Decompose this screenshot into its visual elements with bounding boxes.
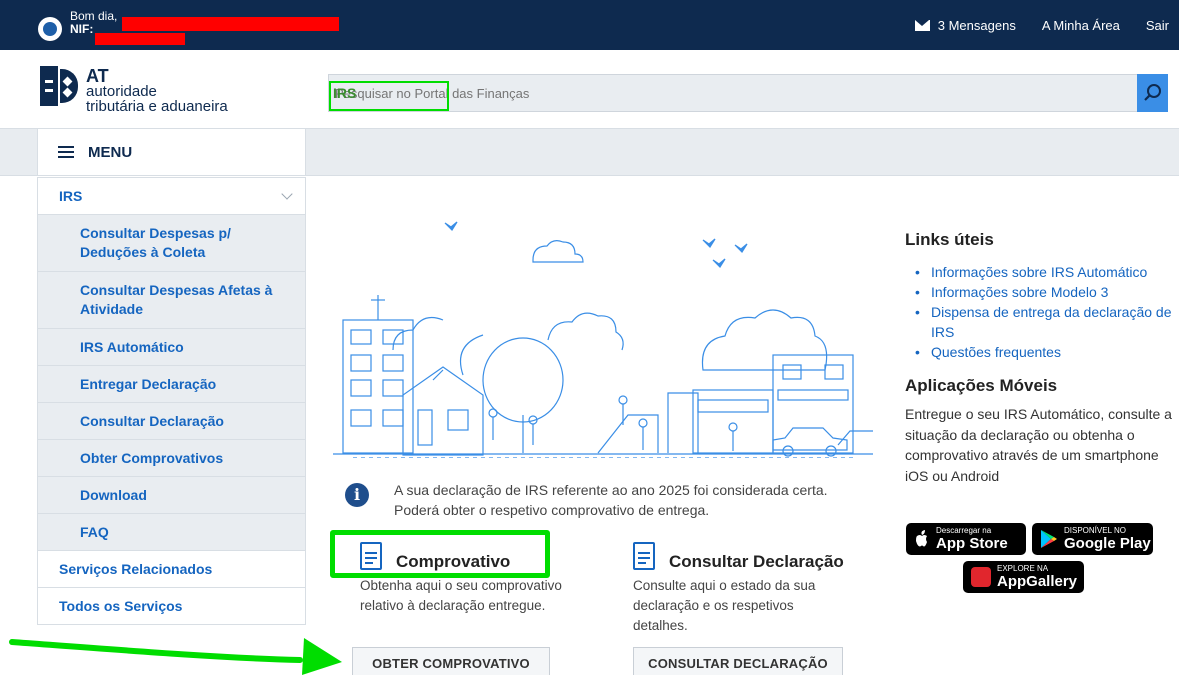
- right-column: Links úteis Informações sobre IRS Automá…: [905, 230, 1175, 486]
- huawei-icon: [971, 567, 991, 587]
- at-logo-icon: [40, 66, 80, 106]
- link-modelo-3[interactable]: Informações sobre Modelo 3: [915, 282, 1175, 302]
- store-small-text: DISPONÍVEL NO: [1064, 526, 1126, 535]
- useful-links-title: Links úteis: [905, 230, 994, 249]
- store-small-text: Descarregar na: [936, 526, 992, 535]
- link-dispensa-entrega[interactable]: Dispensa de entrega da declaração de IRS: [915, 302, 1175, 342]
- notice-text: A sua declaração de IRS referente ao ano…: [394, 482, 828, 518]
- consultar-declaracao-button[interactable]: CONSULTAR DECLARAÇÃO: [633, 647, 843, 675]
- logo-line2: tributária e aduaneira: [86, 98, 228, 115]
- at-logo[interactable]: AT autoridade tributária e aduaneira: [40, 66, 228, 114]
- card-description: Consulte aqui o estado da sua declaração…: [633, 578, 816, 633]
- arrow-annotation-icon: [9, 638, 342, 675]
- sidebar-item-label: Consultar Despesas p/ Deduções à Coleta: [80, 225, 231, 260]
- search-button[interactable]: [1137, 74, 1168, 112]
- sidebar-item-label: Obter Comprovativos: [80, 450, 224, 466]
- user-avatar-icon: [38, 17, 62, 41]
- search-icon: [1143, 84, 1161, 101]
- useful-links-list: Informações sobre IRS Automático Informa…: [905, 262, 1175, 362]
- store-name: AppGallery: [997, 573, 1078, 590]
- sidebar-item-label: Entregar Declaração: [80, 376, 217, 392]
- sidebar-item-label: Download: [80, 487, 147, 503]
- menu-label: MENU: [88, 143, 133, 161]
- sidebar-item-faq[interactable]: FAQ: [38, 513, 305, 550]
- google-play-icon: [1041, 530, 1057, 548]
- store-small-text: EXPLORE NA: [997, 564, 1049, 573]
- messages-link[interactable]: 3 Mensagens: [914, 17, 1016, 33]
- logo-line1: autoridade: [86, 83, 157, 100]
- sidebar-item-label: Serviços Relacionados: [59, 561, 213, 577]
- sidebar-item-label: FAQ: [80, 524, 109, 540]
- app-store-badge[interactable]: Descarregar na App Store: [906, 523, 1026, 555]
- sidebar-item-label: IRS Automático: [80, 339, 184, 355]
- hamburger-icon: [58, 146, 74, 158]
- apple-icon: [916, 530, 927, 547]
- redacted-nif: [95, 33, 185, 45]
- store-name: Google Play: [1064, 535, 1151, 552]
- sidebar-item-obter-comprovativos[interactable]: Obter Comprovativos: [38, 439, 305, 476]
- sidebar-item-label: IRS: [59, 188, 83, 204]
- sidebar-item-consultar-despesas-atividade[interactable]: Consultar Despesas Afetas à Atividade: [38, 271, 305, 328]
- search-highlight: [329, 81, 449, 111]
- logo-abbr: AT: [86, 66, 109, 86]
- sidebar-menu: IRS Consultar Despesas p/ Deduções à Col…: [37, 177, 306, 625]
- card-title: Consultar Declaração: [669, 552, 844, 571]
- google-play-badge[interactable]: DISPONÍVEL NO Google Play: [1032, 523, 1153, 555]
- comprovativo-highlight: [330, 530, 550, 578]
- redacted-name: [122, 17, 339, 31]
- link-irs-automatico[interactable]: Informações sobre IRS Automático: [915, 262, 1175, 282]
- sidebar-item-irs[interactable]: IRS: [38, 177, 305, 214]
- mobile-apps-title: Aplicações Móveis: [905, 376, 1058, 395]
- mobile-apps-description: Entregue o seu IRS Automático, consulte …: [905, 406, 1172, 484]
- sidebar-item-consultar-despesas-deducoes[interactable]: Consultar Despesas p/ Deduções à Coleta: [38, 214, 305, 271]
- card-consultar-declaracao: Consultar Declaração Consulte aqui o est…: [633, 540, 873, 636]
- envelope-icon: [914, 19, 930, 31]
- sidebar-item-servicos-relacionados[interactable]: Serviços Relacionados: [38, 550, 305, 587]
- search-bar: IRS: [328, 74, 1168, 112]
- sidebar-item-irs-automatico[interactable]: IRS Automático: [38, 328, 305, 365]
- sidebar-item-download[interactable]: Download: [38, 476, 305, 513]
- sidebar-item-consultar-declaracao[interactable]: Consultar Declaração: [38, 402, 305, 439]
- top-bar: Bom dia, NIF: 3 Mensagens A Minha Área S…: [0, 0, 1179, 50]
- logout-link[interactable]: Sair: [1146, 18, 1169, 33]
- header: AT autoridade tributária e aduaneira IRS: [0, 50, 1179, 128]
- my-area-link[interactable]: A Minha Área: [1042, 18, 1120, 33]
- menu-toggle[interactable]: MENU: [37, 128, 306, 176]
- city-illustration: [333, 221, 873, 458]
- chevron-down-icon: [281, 187, 293, 200]
- sidebar-item-label: Todos os Serviços: [59, 598, 183, 614]
- messages-label: 3 Mensagens: [937, 17, 1016, 33]
- link-questoes-frequentes[interactable]: Questões frequentes: [915, 342, 1175, 362]
- sidebar-item-label: Consultar Despesas Afetas à Atividade: [80, 282, 273, 317]
- search-input[interactable]: [329, 75, 1139, 111]
- obter-comprovativo-button[interactable]: OBTER COMPROVATIVO: [352, 647, 550, 675]
- sidebar-item-entregar-declaracao[interactable]: Entregar Declaração: [38, 365, 305, 402]
- document-icon: [633, 542, 655, 570]
- sidebar-item-label: Consultar Declaração: [80, 413, 224, 429]
- app-gallery-badge[interactable]: EXPLORE NA AppGallery: [963, 561, 1084, 593]
- sidebar-item-todos-servicos[interactable]: Todos os Serviços: [38, 587, 305, 624]
- card-description: Obtenha aqui o seu comprovativo relativo…: [360, 578, 562, 613]
- info-icon: i: [345, 483, 369, 507]
- store-name: App Store: [936, 535, 1008, 552]
